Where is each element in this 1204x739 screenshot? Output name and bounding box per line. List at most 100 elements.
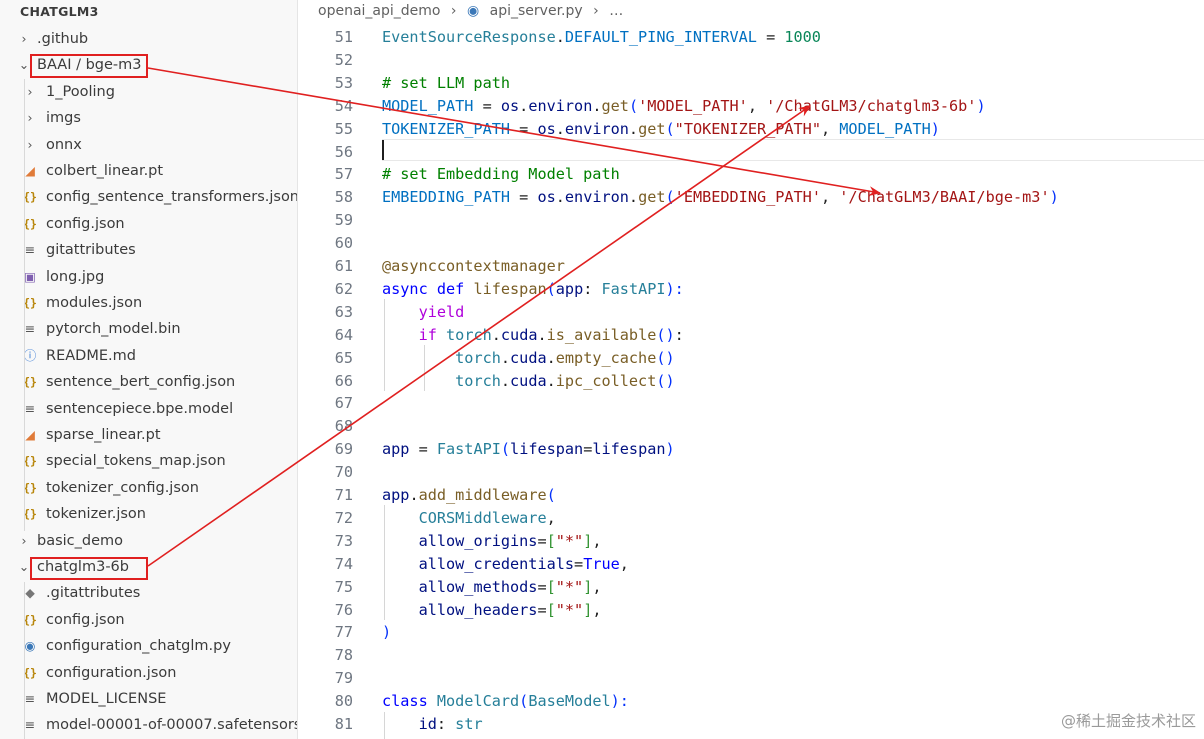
code-token: = — [537, 600, 547, 619]
line-number: 65 — [334, 348, 353, 367]
code-token: , — [820, 188, 840, 207]
file-label: sentencepiece.bpe.model — [46, 400, 234, 417]
code-line: 51 EventSourceResponse.DEFAULT_PING_INTER… — [298, 26, 1204, 49]
tree-item-file-configuration-json[interactable]: {} configuration.json — [0, 660, 297, 686]
code-token: = — [409, 440, 437, 459]
tree-item-folder-github[interactable]: › .github — [0, 26, 297, 52]
file-label: long.jpg — [46, 268, 105, 285]
tree-item-file-model-safetensors[interactable]: ≡ model-00001-of-00007.safetensors — [0, 712, 297, 738]
code-token: [ — [546, 531, 556, 550]
code-line: 57 # set Embedding Model path — [298, 163, 1204, 186]
tree-item-file-config-json-2[interactable]: {} config.json — [0, 607, 297, 633]
code-text: torch.cuda.empty_cache() — [382, 347, 675, 370]
code-line: 64 if torch.cuda.is_available(): — [298, 324, 1204, 347]
file-label: gitattributes — [46, 242, 136, 259]
tree-item-file-tokenizer-json[interactable]: {} tokenizer.json — [0, 501, 297, 527]
code-text: async def lifespan(app: FastAPI): — [382, 278, 684, 301]
tree-item-file-sentencepiece-model[interactable]: ≡ sentencepiece.bpe.model — [0, 396, 297, 422]
code-line: 73 allow_origins=["*"], — [298, 530, 1204, 553]
tree-item-file-tokenizer-config[interactable]: {} tokenizer_config.json — [0, 475, 297, 501]
folder-label: .github — [37, 31, 89, 47]
code-text: @asynccontextmanager — [382, 255, 565, 278]
tree-item-file-model-license[interactable]: ≡ MODEL_LICENSE — [0, 686, 297, 712]
code-token: ] — [583, 531, 593, 550]
code-text: MODEL_PATH = os.environ.get('MODEL_PATH'… — [382, 95, 986, 118]
line-number: 74 — [334, 554, 353, 573]
code-token: cuda — [500, 325, 538, 344]
code-token: ( — [665, 119, 675, 138]
tree-item-file-colbert-linear[interactable]: ◢ colbert_linear.pt — [0, 158, 297, 184]
breadcrumb-file[interactable]: api_server.py — [490, 3, 583, 19]
tree-item-file-gitattributes[interactable]: ≡ gitattributes — [0, 237, 297, 263]
code-token: get — [601, 96, 629, 115]
folder-label: imgs — [46, 110, 81, 127]
code-token: ipc_collect — [555, 371, 657, 390]
tree-item-folder-onnx[interactable]: › onnx — [0, 132, 297, 158]
tree-item-file-modules-json[interactable]: {} modules.json — [0, 290, 297, 316]
file-label: README.md — [46, 347, 136, 364]
code-line: 74 allow_credentials=True, — [298, 553, 1204, 576]
code-line: 59 — [298, 209, 1204, 232]
tree-item-file-special-tokens-map[interactable]: {} special_tokens_map.json — [0, 448, 297, 474]
line-number: 81 — [334, 715, 353, 733]
tree-item-file-readme[interactable]: ⓘ README.md — [0, 343, 297, 369]
tree-item-folder-basic-demo[interactable]: › basic_demo — [0, 528, 297, 554]
code-token: ) — [930, 119, 940, 138]
code-token: "*" — [555, 577, 584, 596]
tree-item-file-configuration-chatglm[interactable]: ◉ configuration_chatglm.py — [0, 633, 297, 659]
tree-item-file-dot-gitattributes[interactable]: ◆ .gitattributes — [0, 580, 297, 606]
tree-item-file-long-jpg[interactable]: ▣ long.jpg — [0, 264, 297, 290]
file-label: MODEL_LICENSE — [46, 691, 167, 707]
tree-item-file-sentence-bert-config[interactable]: {} sentence_bert_config.json — [0, 369, 297, 395]
code-token: async — [382, 279, 428, 298]
code-token: , — [747, 96, 767, 115]
tree-item-file-sparse-linear[interactable]: ◢ sparse_linear.pt — [0, 422, 297, 448]
line-number: 55 — [334, 119, 353, 138]
code-text: EMBEDDING_PATH = os.environ.get('EMBEDDI… — [382, 186, 1059, 209]
tree-item-folder-imgs[interactable]: › imgs — [0, 105, 297, 131]
code-text: # set LLM path — [382, 72, 510, 95]
code-token: allow_methods — [418, 577, 538, 596]
code-line: 60 — [298, 232, 1204, 255]
code-token: ( — [665, 188, 675, 207]
code-token: ) — [1049, 188, 1059, 207]
breadcrumb-folder[interactable]: openai_api_demo — [318, 3, 440, 19]
code-token: 1000 — [784, 28, 821, 46]
explorer-sidebar: CHATGLM3 › .github ⌄ BAAI / bge-m3 › 1_Poolin… — [0, 0, 298, 739]
code-token: . — [546, 348, 556, 367]
code-token: ) — [976, 96, 986, 115]
code-token: str — [455, 715, 483, 733]
code-token: yield — [418, 302, 465, 321]
code-token: = — [583, 440, 593, 459]
line-number: 72 — [334, 508, 353, 527]
code-line: 58 EMBEDDING_PATH = os.environ.get('EMBED… — [298, 186, 1204, 209]
code-text: id: str — [382, 713, 483, 736]
code-text: yield — [382, 301, 465, 324]
code-line: 70 — [298, 461, 1204, 484]
line-number: 56 — [334, 142, 353, 161]
code-token: . — [500, 348, 511, 367]
breadcrumb-more[interactable]: … — [609, 3, 623, 19]
line-number: 77 — [334, 623, 353, 642]
code-line: 66 torch.cuda.ipc_collect() — [298, 370, 1204, 393]
highlight-box-chatglm3-6b — [30, 557, 148, 580]
tree-item-file-config-json[interactable]: {} config.json — [0, 211, 297, 237]
code-token: , — [592, 531, 602, 550]
tree-item-file-pytorch-model-bin[interactable]: ≡ pytorch_model.bin — [0, 316, 297, 342]
code-token: "*" — [555, 600, 584, 619]
code-token: ( — [546, 486, 556, 504]
code-token: ): — [610, 692, 629, 711]
code-token: . — [628, 188, 639, 207]
code-token: torch — [446, 325, 492, 344]
tree-item-file-config-sentence-transformers[interactable]: {} config_sentence_transformers.json — [0, 184, 297, 210]
code-token: = — [510, 188, 538, 207]
code-line: 78 — [298, 644, 1204, 667]
tree-item-folder-1-pooling[interactable]: › 1_Pooling — [0, 79, 297, 105]
code-token: BaseModel — [528, 692, 611, 711]
code-token: () — [656, 348, 675, 367]
code-editor[interactable]: openai_api_demo › ◉ api_server.py › … 51… — [298, 0, 1204, 739]
line-number: 78 — [334, 646, 353, 665]
